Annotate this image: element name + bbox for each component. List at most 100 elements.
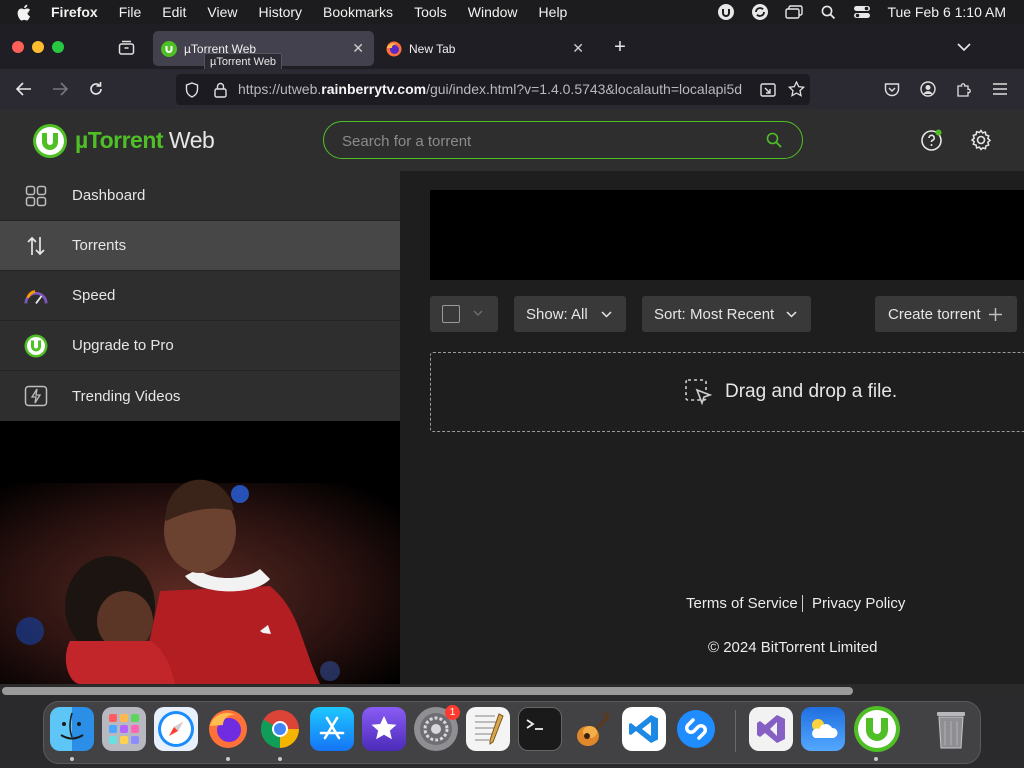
select-all-checkbox[interactable] [442, 305, 460, 323]
account-icon[interactable] [919, 80, 937, 98]
tab-groups-icon[interactable] [116, 38, 136, 56]
sort-label: Sort: [654, 305, 686, 323]
plus-icon [988, 307, 1002, 321]
spotlight-search-icon[interactable] [819, 3, 837, 21]
window-zoom-button[interactable] [52, 41, 64, 53]
utorrent-dock-icon[interactable] [853, 705, 901, 753]
tab-close-icon[interactable]: ✕ [572, 40, 584, 57]
tracking-protection-shield-icon[interactable] [183, 81, 201, 99]
notification-badge: 1 [445, 705, 460, 720]
sidebar-item-torrents[interactable]: Torrents [0, 221, 400, 271]
footer-divider [802, 595, 803, 612]
extensions-puzzle-icon[interactable] [955, 80, 973, 98]
window-close-button[interactable] [12, 41, 24, 53]
visual-studio-icon[interactable] [749, 707, 793, 751]
help-icon[interactable] [920, 128, 944, 152]
create-torrent-button[interactable]: Create torrent [875, 296, 1017, 332]
menu-bookmarks[interactable]: Bookmarks [323, 4, 393, 20]
reload-icon[interactable] [87, 80, 105, 98]
menu-app-name[interactable]: Firefox [51, 4, 98, 20]
weather-icon[interactable] [801, 707, 845, 751]
sidebar-item-dashboard[interactable]: Dashboard [0, 171, 400, 221]
tab-new-tab[interactable]: New Tab ✕ [378, 31, 594, 66]
sort-dropdown[interactable]: Sort: Most Recent [642, 296, 811, 332]
picture-in-picture-icon[interactable] [759, 81, 777, 99]
imovie-icon[interactable] [362, 707, 406, 751]
url-text[interactable]: https://utweb.rainberrytv.com/gui/index.… [238, 81, 750, 97]
menu-edit[interactable]: Edit [162, 4, 186, 20]
menu-window[interactable]: Window [468, 4, 518, 20]
terminal-icon[interactable] [518, 707, 562, 751]
list-all-tabs-chevron-icon[interactable] [955, 38, 973, 56]
dock-running-indicator [226, 757, 230, 761]
sort-value: Most Recent [690, 305, 775, 323]
bookmark-star-icon[interactable] [787, 80, 805, 98]
control-center-icon[interactable] [853, 3, 871, 21]
drag-drop-cursor-icon [684, 378, 714, 408]
chrome-icon[interactable] [258, 707, 302, 751]
menu-view[interactable]: View [207, 4, 237, 20]
ad-banner[interactable] [430, 190, 1024, 280]
show-filter-dropdown[interactable]: Show: All [514, 296, 626, 332]
up-down-arrows-icon [24, 234, 48, 258]
back-arrow-icon[interactable] [15, 80, 33, 98]
macos-menu-bar: Firefox File Edit View History Bookmarks… [0, 0, 1024, 24]
privacy-policy-link[interactable]: Privacy Policy [812, 595, 905, 612]
shazam-icon[interactable] [674, 707, 718, 751]
textedit-icon[interactable] [466, 707, 510, 751]
hamburger-menu-icon[interactable] [991, 80, 1009, 98]
settings-gear-icon[interactable] [969, 128, 993, 152]
tab-close-icon[interactable]: ✕ [352, 40, 364, 57]
horizontal-scrollbar-thumb[interactable] [2, 687, 853, 695]
sync-status-icon[interactable] [751, 3, 769, 21]
menu-history[interactable]: History [258, 4, 302, 20]
sidebar-item-label: Torrents [72, 237, 127, 254]
terms-of-service-link[interactable]: Terms of Service [686, 595, 798, 612]
finder-icon[interactable] [50, 707, 94, 751]
firefox-dock-icon[interactable] [206, 707, 250, 751]
sidebar-item-label: Speed [72, 287, 116, 304]
trash-icon[interactable] [929, 707, 973, 751]
utorrent-logo-icon[interactable] [31, 122, 69, 160]
menu-help[interactable]: Help [539, 4, 568, 20]
dock-running-indicator [278, 757, 282, 761]
search-icon[interactable] [765, 131, 783, 149]
pocket-icon[interactable] [883, 80, 901, 98]
garageband-icon[interactable] [570, 707, 614, 751]
sidebar-item-upgrade[interactable]: Upgrade to Pro [0, 321, 400, 371]
create-torrent-label: Create torrent [888, 305, 981, 323]
utorrent-favicon-icon [161, 40, 177, 57]
launchpad-icon[interactable] [102, 707, 146, 751]
select-all-control[interactable] [430, 296, 498, 332]
sidebar: Dashboard Torrents Speed Upgrade to Pro … [0, 171, 400, 421]
dashboard-icon [24, 184, 48, 208]
sidebar-item-label: Trending Videos [72, 387, 181, 405]
sidebar-item-label: Upgrade to Pro [72, 337, 174, 354]
apple-logo-icon[interactable] [17, 4, 37, 21]
menu-file[interactable]: File [119, 4, 142, 20]
chevron-down-icon[interactable] [473, 308, 483, 318]
safari-icon[interactable] [154, 707, 198, 751]
app-logo-text: µTorrent Web [75, 127, 215, 153]
lock-icon[interactable] [211, 81, 229, 99]
show-filter-label: Show: [526, 305, 568, 323]
menu-clock[interactable]: Tue Feb 6 1:10 AM [887, 4, 1006, 20]
dock-running-indicator [874, 757, 878, 761]
window-minimize-button[interactable] [32, 41, 44, 53]
copyright-text: © 2024 BitTorrent Limited [708, 639, 878, 656]
sidebar-item-speed[interactable]: Speed [0, 271, 400, 321]
app-store-icon[interactable] [310, 707, 354, 751]
utorrent-logo-icon [24, 334, 48, 358]
sidebar-video-thumbnail[interactable] [0, 421, 400, 684]
torrent-search-input[interactable] [342, 131, 742, 151]
firefox-favicon-icon [386, 41, 402, 57]
menu-tools[interactable]: Tools [414, 4, 447, 20]
new-tab-plus-icon[interactable]: + [611, 36, 629, 58]
speedometer-icon [24, 284, 48, 308]
vscode-icon[interactable] [622, 707, 666, 751]
forward-arrow-icon[interactable] [51, 80, 69, 98]
utorrent-status-icon[interactable] [717, 3, 735, 21]
show-filter-value: All [571, 305, 588, 323]
screen-mirroring-icon[interactable] [785, 3, 804, 21]
sidebar-item-trending-videos[interactable]: Trending Videos [0, 371, 400, 421]
